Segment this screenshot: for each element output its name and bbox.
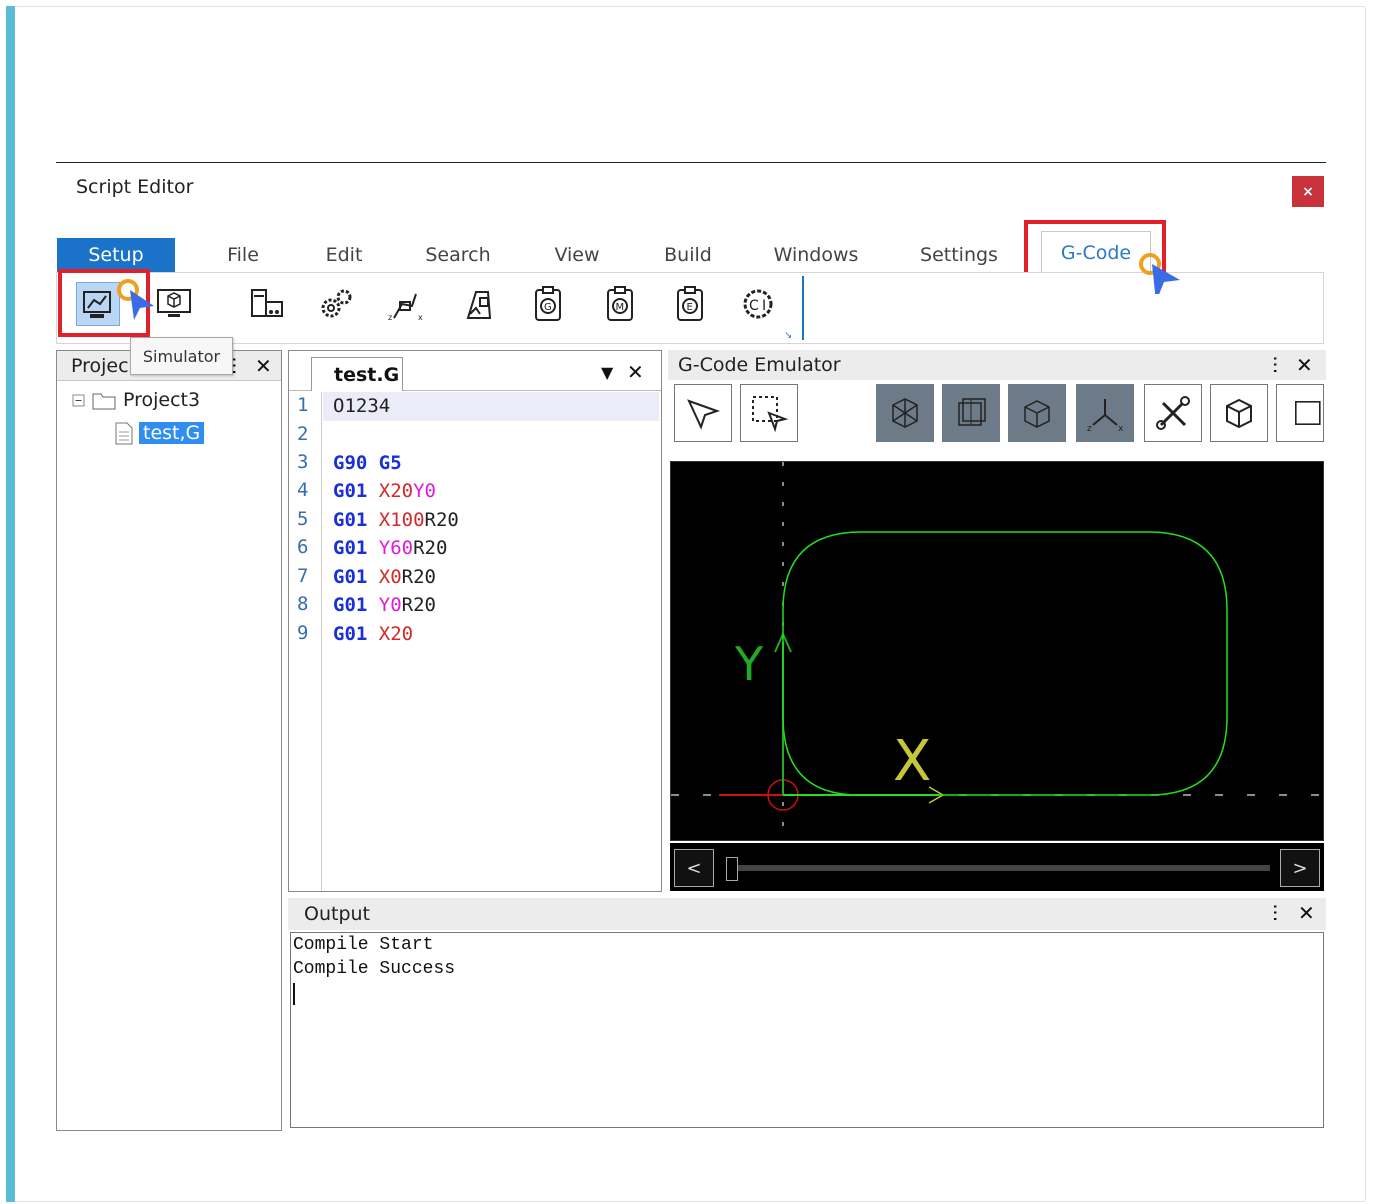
- svg-text:G: G: [544, 302, 552, 313]
- svg-text:C: C: [749, 298, 759, 314]
- code-line-8[interactable]: G01 Y0R20: [333, 594, 436, 616]
- menu-windows[interactable]: Windows: [770, 238, 862, 272]
- svg-text:M: M: [616, 302, 625, 313]
- menu-build[interactable]: Build: [660, 238, 716, 272]
- svg-text:x: x: [1118, 424, 1124, 433]
- output-panel: Output ⵗ ✕ Compile Start Compile Success: [288, 898, 1326, 1130]
- line-number: 7: [297, 565, 309, 587]
- scroll-track: [734, 865, 1270, 871]
- menu-search[interactable]: Search: [422, 238, 494, 272]
- code-line-6[interactable]: G01 Y60R20: [333, 537, 447, 559]
- svg-text:I: I: [762, 298, 766, 314]
- y-axis-label: Y: [734, 637, 764, 691]
- m-code-clipboard-icon[interactable]: M: [598, 282, 642, 326]
- toolpath: [782, 531, 1228, 796]
- cursor-pointer-icon: [117, 279, 154, 320]
- line-number: 1: [297, 394, 309, 416]
- code-settings-icon[interactable]: CI: [738, 282, 782, 326]
- svg-text:z: z: [388, 313, 392, 322]
- axis-arm-icon[interactable]: zx: [384, 282, 428, 326]
- menu-file[interactable]: File: [220, 238, 266, 272]
- line-number: 5: [297, 508, 309, 530]
- line-number: 2: [297, 423, 309, 445]
- emulator-canvas[interactable]: Y X: [670, 461, 1324, 841]
- gears-icon[interactable]: [314, 282, 358, 326]
- menu-setup[interactable]: Setup: [57, 238, 175, 272]
- tree-file-label: test,G: [139, 422, 205, 444]
- x-axis-label: X: [893, 729, 931, 794]
- code-line-5[interactable]: G01 X100R20: [333, 509, 459, 531]
- select-arrow-icon[interactable]: [674, 384, 732, 442]
- text-caret: [293, 983, 295, 1005]
- output-title: Output: [304, 903, 370, 925]
- box-select-icon[interactable]: [740, 384, 798, 442]
- ribbon-launcher-icon[interactable]: ↘: [784, 330, 792, 341]
- emulator-scrollbar[interactable]: [670, 843, 1324, 891]
- emulator-title: G-Code Emulator: [678, 354, 841, 376]
- project-panel-title: Projec: [71, 354, 129, 377]
- collapse-icon[interactable]: [71, 391, 89, 409]
- project-panel: Projec ⵗ ✕ Project3 test,G: [56, 350, 282, 1131]
- line-number: 8: [297, 593, 309, 615]
- menu-settings[interactable]: Settings: [918, 238, 1000, 272]
- line-number: 6: [297, 536, 309, 558]
- code-line-7[interactable]: G01 X0R20: [333, 566, 436, 588]
- code-line-1[interactable]: O1234: [333, 395, 390, 417]
- output-line: Compile Success: [293, 959, 456, 979]
- tree-project-label: Project3: [123, 389, 201, 411]
- editor-tab-testg[interactable]: test.G: [311, 357, 403, 391]
- ribbon-separator: [802, 276, 804, 340]
- front-view-icon[interactable]: [1276, 384, 1324, 442]
- menu-view[interactable]: View: [550, 238, 604, 272]
- close-panel-icon[interactable]: ✕: [255, 351, 272, 381]
- code-line-4[interactable]: G01 X20Y0: [333, 480, 436, 502]
- tools-icon[interactable]: [1144, 384, 1202, 442]
- monitor-cube-icon[interactable]: [152, 282, 196, 326]
- wireframe-cube-icon[interactable]: [876, 384, 934, 442]
- line-number: 3: [297, 451, 309, 473]
- tab-close-icon[interactable]: ✕: [627, 357, 644, 387]
- pin-icon[interactable]: ⵗ: [1272, 350, 1278, 380]
- iso-cube-icon[interactable]: [1008, 384, 1066, 442]
- output-console[interactable]: Compile Start Compile Success: [290, 932, 1324, 1128]
- tree-project-root[interactable]: Project3: [71, 387, 200, 413]
- scroll-left-button[interactable]: <: [674, 849, 714, 887]
- folder-icon: [92, 393, 116, 410]
- g-code-clipboard-icon[interactable]: G: [526, 282, 570, 326]
- tab-dropdown-icon[interactable]: ▼: [601, 357, 613, 387]
- close-button[interactable]: ×: [1292, 176, 1324, 207]
- close-panel-icon[interactable]: ✕: [1296, 350, 1313, 380]
- pin-icon[interactable]: ⵗ: [1272, 898, 1278, 928]
- file-icon: [115, 422, 133, 445]
- left-accent-bar: [6, 6, 15, 1202]
- cursor-pointer-icon-2: [1139, 253, 1180, 294]
- scroll-thumb[interactable]: [726, 857, 738, 881]
- simulator-tooltip: Simulator: [130, 337, 233, 375]
- scroll-right-button[interactable]: >: [1280, 849, 1320, 887]
- emulator-header: G-Code Emulator: [668, 350, 1326, 380]
- code-line-9[interactable]: G01 X20: [333, 623, 413, 645]
- panel-io-icon[interactable]: [244, 282, 288, 326]
- title-rule: [56, 162, 1326, 163]
- code-line-3[interactable]: G90 G5: [333, 452, 402, 474]
- tree-file-item[interactable]: test,G: [111, 417, 205, 449]
- axes-icon[interactable]: zx: [1076, 384, 1134, 442]
- output-line: Compile Start: [293, 935, 434, 955]
- code-editor-panel: test.G ▼ ✕ 1 2 3 4 5 6 7 8 9 O1234 G90 G…: [288, 350, 662, 892]
- svg-text:z: z: [1087, 424, 1092, 433]
- line-number: 9: [297, 622, 309, 644]
- window-title: Script Editor: [76, 176, 194, 198]
- machine-tool-icon[interactable]: [456, 282, 500, 326]
- menu-edit[interactable]: Edit: [320, 238, 368, 272]
- output-header: Output: [288, 898, 1326, 930]
- close-panel-icon[interactable]: ✕: [1298, 898, 1315, 928]
- solid-cube-icon[interactable]: [1210, 384, 1268, 442]
- svg-text:x: x: [418, 313, 423, 322]
- hidden-cube-icon[interactable]: [942, 384, 1000, 442]
- svg-text:E: E: [687, 302, 693, 313]
- e-code-clipboard-icon[interactable]: E: [668, 282, 712, 326]
- line-number: 4: [297, 479, 309, 501]
